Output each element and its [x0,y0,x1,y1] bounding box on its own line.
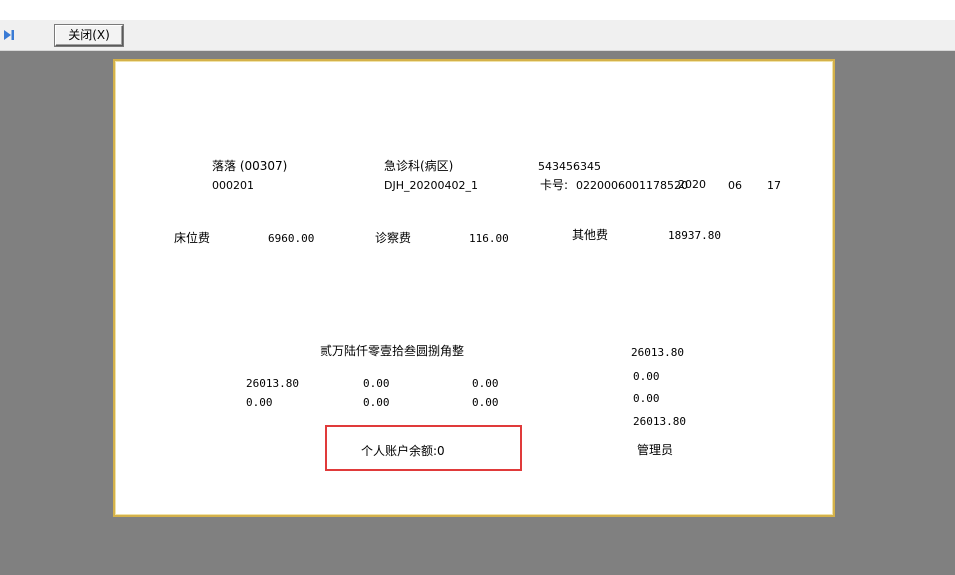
row1-col3: 0.00 [472,377,499,390]
date-year: 2020 [678,178,706,191]
exam-fee-value: 116.00 [469,232,509,245]
row2-col3: 0.00 [472,396,499,409]
exam-fee-label: 诊察费 [375,231,412,245]
patient-name: 落落 (00307) [212,159,288,173]
patient-code: 000201 [212,179,254,192]
total-amount: 26013.80 [631,346,684,359]
side-value-1: 0.00 [633,370,660,383]
record-number: DJH_20200402_1 [384,179,478,192]
date-day: 17 [767,179,781,192]
row1-col2: 0.00 [363,377,390,390]
card-number: 0220006001178520 [576,179,688,192]
date-month: 06 [728,179,742,192]
other-fee-value: 18937.80 [668,229,721,242]
row2-col1: 0.00 [246,396,273,409]
account-balance: 个人账户余额:0 [361,444,445,458]
bed-fee-value: 6960.00 [268,232,315,245]
department: 急诊科(病区) [384,159,454,173]
card-label: 卡号: [540,178,569,192]
side-value-2: 0.00 [633,392,660,405]
row2-col2: 0.00 [363,396,390,409]
row1-col1: 26013.80 [246,377,299,390]
side-value-3: 26013.80 [633,415,686,428]
operator-name: 管理员 [637,443,674,457]
toolbar: 关闭(X) [0,20,955,51]
bed-fee-label: 床位费 [174,231,211,245]
last-page-icon[interactable] [3,29,15,41]
other-fee-label: 其他费 [572,228,609,242]
close-button[interactable]: 关闭(X) [55,25,123,46]
top-strip [0,0,955,20]
amount-in-words: 贰万陆仟零壹拾叁圆捌角整 [320,344,465,358]
card-id: 543456345 [538,160,601,173]
